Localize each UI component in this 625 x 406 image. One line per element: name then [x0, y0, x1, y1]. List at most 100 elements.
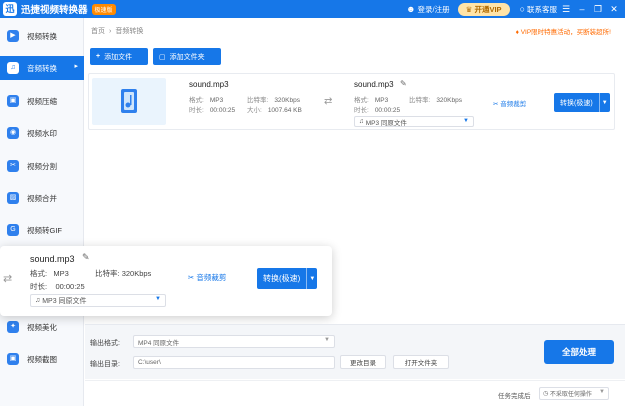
- global-output-format-value: MP4 同原文件: [138, 339, 180, 347]
- source-format-label: 格式:: [189, 97, 204, 104]
- output-bitrate: 比特率: 320Kbps: [409, 94, 462, 104]
- beautify-icon: ✦: [7, 321, 19, 333]
- plus-icon: +: [96, 53, 101, 60]
- output-format-value: MP3: [374, 97, 389, 104]
- zoom-audio-cut-button[interactable]: ✂ 音频裁剪: [188, 272, 226, 283]
- zoom-detail-panel: sound.mp3 ✎ ⇄ 格式: MP3 比特率: 320Kbps 时长: 0…: [0, 246, 332, 316]
- sidebar-item-audio-convert[interactable]: ♫ 音频转换 ▸: [0, 56, 84, 80]
- output-format-label: 格式:: [354, 97, 369, 104]
- sidebar-item-merge[interactable]: ▨ 视频合并: [0, 186, 84, 210]
- convert-button[interactable]: 转换(极速) ▼: [554, 93, 610, 112]
- source-size-value: 1007.64 KB: [267, 107, 302, 114]
- output-format-select[interactable]: ♫ MP3 同原文件 ▼: [354, 116, 474, 127]
- zoom-edit-pencil-icon[interactable]: ✎: [82, 252, 90, 263]
- sidebar-item-label: 视频转GIF: [27, 225, 62, 235]
- sidebar-item-watermark[interactable]: ◉ 视频水印: [0, 121, 84, 145]
- sidebar-item-screenshot[interactable]: ▣ 视频截图: [0, 347, 84, 371]
- after-task-value: 不采取任何操作: [549, 392, 592, 398]
- breadcrumb-home[interactable]: 首页: [91, 28, 105, 35]
- add-file-button[interactable]: + 添加文件: [90, 48, 148, 65]
- zoom-output-format-select[interactable]: ♫ MP3 同原文件 ▼: [30, 294, 166, 307]
- service-button[interactable]: ○ 联系客服: [520, 4, 557, 15]
- zoom-chevron-down-icon: ▼: [155, 296, 161, 302]
- service-label: 联系客服: [527, 4, 557, 14]
- split-icon: ✂: [7, 160, 19, 172]
- sidebar-item-video-convert[interactable]: ▶ 视频转换: [0, 24, 84, 48]
- file-row: sound.mp3 格式: MP3 比特率: 320Kbps 时长: 00:00:25…: [88, 73, 615, 130]
- crown-icon: ♛: [465, 4, 473, 14]
- edit-pencil-icon[interactable]: ✎: [400, 79, 407, 88]
- sidebar-item-label: 音频转换: [27, 63, 57, 73]
- vip-promo-link[interactable]: ♦ VIP限时特惠活动，买断装超所!: [516, 26, 611, 36]
- add-folder-button[interactable]: ▢ 添加文件夹: [153, 48, 221, 65]
- source-format-value: MP3: [209, 97, 224, 104]
- source-bitrate: 比特率: 320Kbps: [247, 94, 300, 104]
- add-folder-label: 添加文件夹: [169, 53, 205, 61]
- music-file-icon: [121, 89, 137, 113]
- sidebar-item-beautify[interactable]: ✦ 视频美化: [0, 315, 84, 339]
- output-duration: 时长: 00:00:25: [354, 104, 400, 114]
- vip-button[interactable]: ♛ 开通VIP: [457, 2, 510, 16]
- zoom-scissors-icon: ✂: [188, 273, 195, 282]
- global-output-format-select[interactable]: MP4 同原文件 ▼: [133, 335, 335, 348]
- convert-label: 转换(极速): [554, 93, 600, 112]
- source-duration-label: 时长:: [189, 107, 204, 114]
- folder-icon: ▢: [159, 53, 166, 61]
- output-dir-label: 输出目录:: [90, 361, 120, 368]
- zoom-music-note-icon: ♫: [35, 297, 43, 304]
- breadcrumb-current: 音频转换: [115, 28, 144, 35]
- zoom-duration: 时长: 00:00:25: [30, 281, 85, 292]
- zoom-bitrate: 比特率: 320Kbps: [95, 268, 151, 279]
- video-convert-icon: ▶: [7, 30, 19, 42]
- chevron-down-icon: ▼: [463, 118, 469, 124]
- convert-arrow-icon: ⇄: [324, 96, 333, 107]
- output-format-label: 输出格式:: [90, 340, 120, 347]
- sidebar-item-label: 视频美化: [27, 322, 57, 332]
- audio-cut-button[interactable]: ✂ 音频裁剪: [493, 98, 526, 108]
- zoom-convert-label: 转换(极速): [257, 268, 308, 289]
- zoom-convert-dropdown-icon[interactable]: ▼: [307, 276, 317, 282]
- screenshot-icon: ▣: [7, 353, 19, 365]
- zoom-duration-value: 00:00:25: [55, 282, 85, 291]
- sidebar-item-label: 视频合并: [27, 193, 57, 203]
- output-format: 格式: MP3: [354, 94, 388, 104]
- sidebar-item-label: 视频分割: [27, 161, 57, 171]
- sidebar-item-label: 视频压缩: [27, 96, 57, 106]
- sidebar-item-split[interactable]: ✂ 视频分割: [0, 154, 84, 178]
- source-size: 大小: 1007.64 KB: [247, 104, 302, 114]
- scissors-icon: ✂: [493, 101, 499, 108]
- gift-icon: ♦: [515, 29, 519, 36]
- output-dir-input[interactable]: C:\user\: [133, 356, 335, 369]
- close-icon[interactable]: ✕: [607, 4, 621, 15]
- minimize-icon[interactable]: –: [575, 4, 589, 14]
- output-duration-value: 00:00:25: [374, 107, 401, 114]
- zoom-convert-button[interactable]: 转换(极速) ▼: [257, 268, 318, 289]
- sidebar-item-gif[interactable]: G 视频转GIF: [0, 218, 84, 242]
- output-format-select-value: MP3 同原文件: [365, 119, 407, 127]
- vip-promo-text: VIP限时特惠活动，买断装超所!: [520, 29, 611, 36]
- sidebar-item-label: 视频截图: [27, 354, 57, 364]
- output-duration-label: 时长:: [354, 107, 369, 114]
- output-dir-value: C:\user\: [138, 359, 161, 366]
- change-dir-button[interactable]: 更改目录: [340, 355, 386, 369]
- zoom-audio-cut-label: 音频裁剪: [196, 273, 227, 282]
- convert-all-button[interactable]: 全部处理: [544, 340, 614, 364]
- open-folder-button[interactable]: 打开文件夹: [393, 355, 449, 369]
- zoom-format-value: MP3: [53, 269, 69, 278]
- menu-icon[interactable]: ☰: [559, 4, 573, 15]
- edition-badge: 极速版: [91, 3, 116, 15]
- restore-icon[interactable]: ❐: [591, 4, 605, 15]
- user-icon: ☻: [406, 4, 416, 14]
- convert-dropdown-icon[interactable]: ▼: [600, 100, 610, 106]
- audio-thumbnail: [92, 78, 166, 125]
- clock-icon: ◷: [543, 391, 550, 397]
- zoom-bitrate-value: 320Kbps: [121, 269, 152, 278]
- sidebar-item-compress[interactable]: ▣ 视频压缩: [0, 89, 84, 113]
- compress-icon: ▣: [7, 95, 19, 107]
- app-title: 迅捷视频转换器: [21, 5, 88, 16]
- after-task-select[interactable]: ◷ 不采取任何操作 ▼: [539, 387, 609, 400]
- add-file-label: 添加文件: [104, 53, 133, 61]
- merge-icon: ▨: [7, 192, 19, 204]
- login-button[interactable]: ☻ 登录/注册: [406, 4, 450, 15]
- breadcrumb-separator: ›: [109, 28, 112, 35]
